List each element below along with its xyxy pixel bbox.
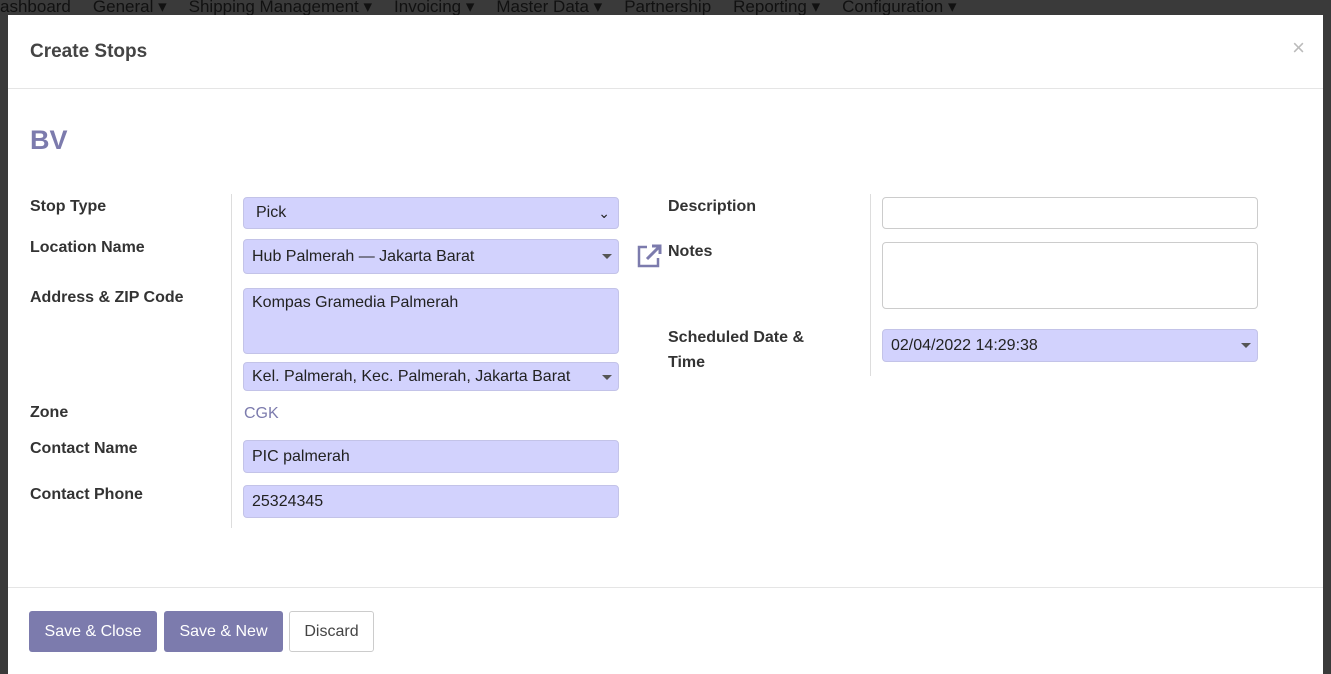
nav-general[interactable]: General ▾	[93, 0, 167, 15]
label-zone: Zone	[30, 404, 69, 421]
top-navigation: ashboard General ▾ Shipping Management ▾ In…	[0, 0, 1331, 15]
scheduled-date-input[interactable]: 02/04/2022 14:29:38	[882, 329, 1258, 362]
nav-reporting[interactable]: Reporting ▾	[733, 0, 820, 15]
record-title: BV	[30, 125, 68, 155]
label-location-name: Location Name	[30, 239, 145, 256]
zip-select[interactable]: Kel. Palmerah, Kec. Palmerah, Jakarta Ba…	[243, 362, 619, 391]
zone-value: CGK	[244, 405, 279, 422]
save-new-button[interactable]: Save & New	[164, 611, 283, 652]
notes-textarea[interactable]	[882, 242, 1258, 309]
description-input[interactable]	[882, 197, 1258, 229]
stop-type-value: Pick	[256, 204, 287, 221]
label-address: Address & ZIP Code	[30, 289, 184, 306]
label-contact-phone: Contact Phone	[30, 486, 143, 503]
external-link-icon[interactable]	[635, 243, 663, 269]
label-contact-name: Contact Name	[30, 440, 138, 457]
label-description: Description	[668, 198, 757, 215]
nav-shipping[interactable]: Shipping Management ▾	[189, 0, 372, 15]
save-close-button[interactable]: Save & Close	[29, 611, 157, 652]
close-icon[interactable]: ×	[1292, 35, 1305, 61]
contact-name-input[interactable]: PIC palmerah	[243, 440, 619, 473]
modal-title: Create Stops	[30, 41, 148, 62]
nav-invoicing[interactable]: Invoicing ▾	[394, 0, 474, 15]
location-name-input[interactable]: Hub Palmerah — Jakarta Barat	[243, 239, 619, 274]
modal-header: Create Stops ×	[8, 15, 1323, 89]
divider	[231, 194, 232, 528]
label-notes: Notes	[668, 243, 713, 260]
label-stop-type: Stop Type	[30, 198, 107, 215]
location-value: Hub Palmerah — Jakarta Barat	[252, 248, 475, 265]
contact-phone-input[interactable]: 25324345	[243, 485, 619, 518]
modal-footer: Save & Close Save & New Discard	[8, 587, 1323, 674]
caret-down-icon	[1241, 343, 1251, 348]
nav-configuration[interactable]: Configuration ▾	[842, 0, 956, 15]
create-stops-modal: Create Stops × BV Stop Type Location Nam…	[8, 15, 1323, 674]
nav-partnership[interactable]: Partnership	[624, 0, 711, 15]
nav-master-data[interactable]: Master Data ▾	[496, 0, 602, 15]
zip-value: Kel. Palmerah, Kec. Palmerah, Jakarta Ba…	[252, 368, 571, 385]
divider	[870, 194, 871, 376]
chevron-down-icon: ⌄	[598, 205, 610, 221]
nav-dashboard[interactable]: ashboard	[0, 0, 71, 15]
caret-down-icon	[602, 375, 612, 380]
scheduled-value: 02/04/2022 14:29:38	[891, 337, 1038, 354]
stop-type-select[interactable]: Pick ⌄	[243, 197, 619, 229]
address-textarea[interactable]: Kompas Gramedia Palmerah	[243, 288, 619, 354]
address-value: Kompas Gramedia Palmerah	[252, 294, 459, 311]
discard-button[interactable]: Discard	[289, 611, 374, 652]
caret-down-icon	[602, 254, 612, 259]
label-scheduled-date: Scheduled Date & Time	[668, 329, 805, 371]
